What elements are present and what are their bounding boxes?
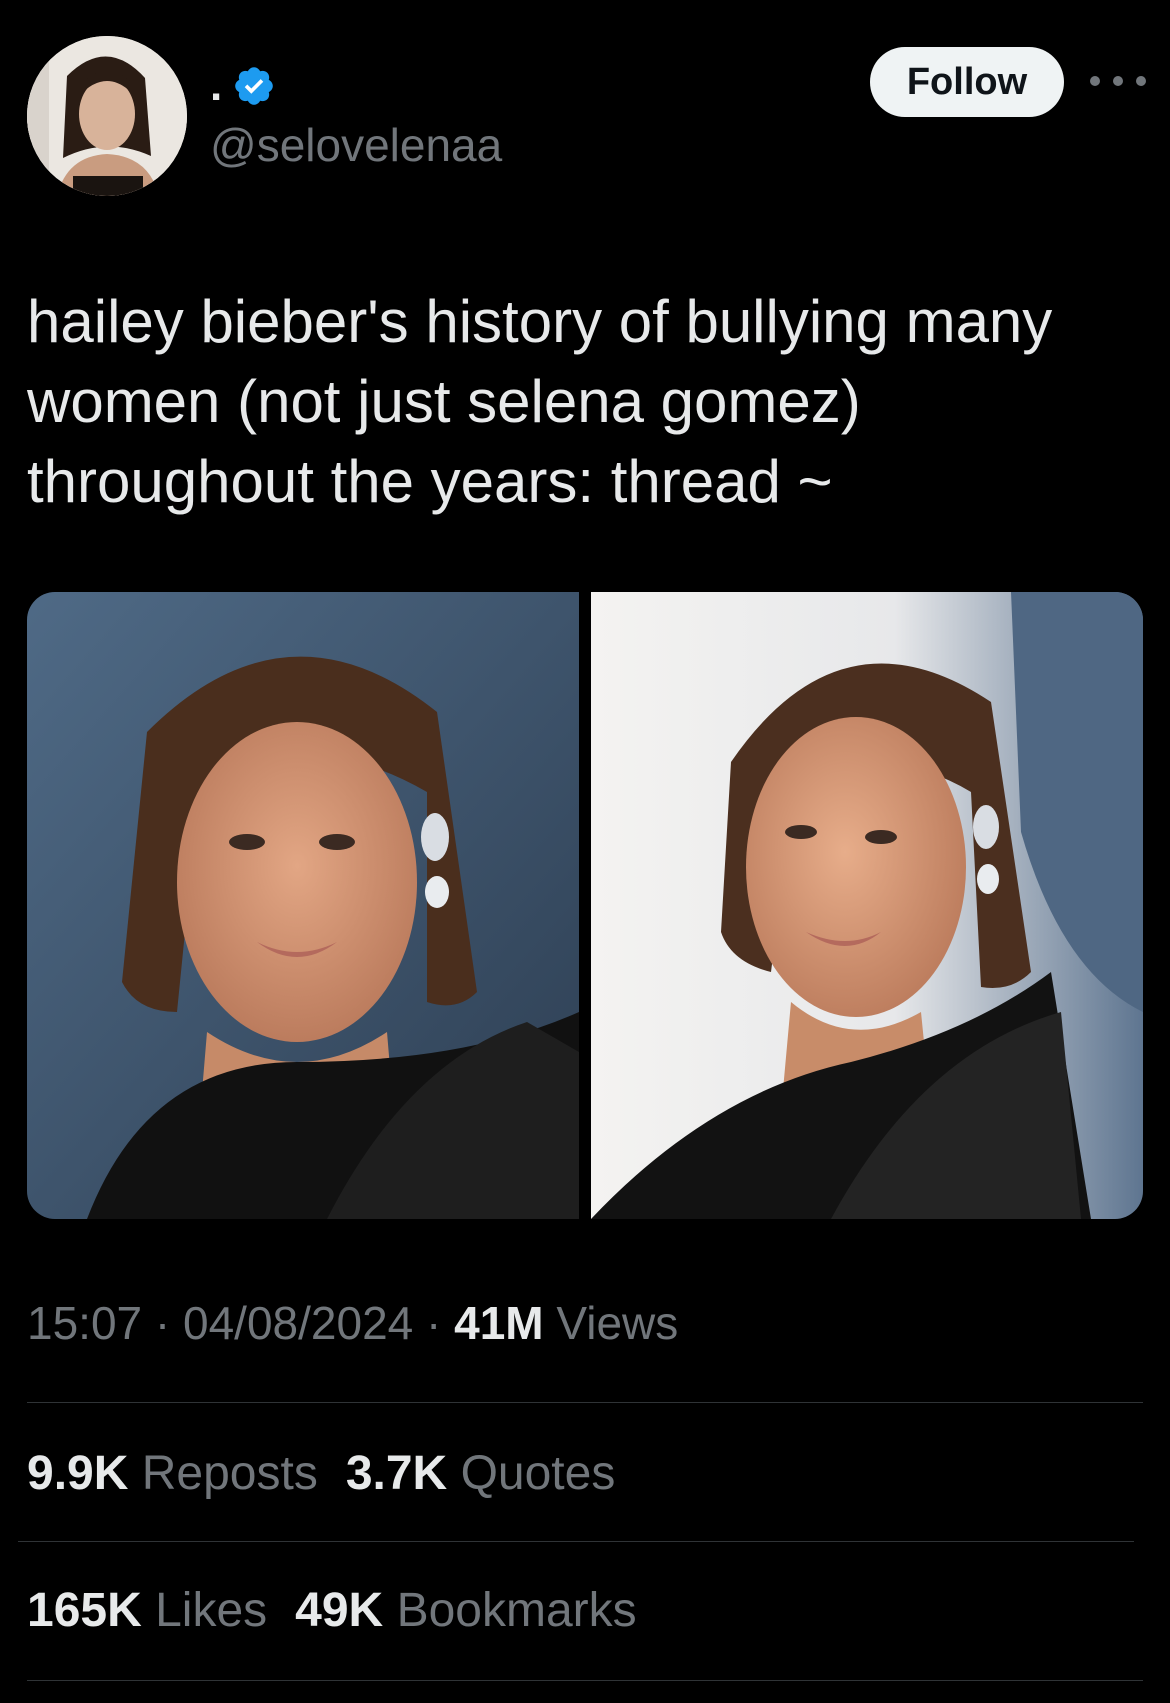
divider <box>27 1680 1143 1681</box>
likes-count: 165K <box>27 1584 142 1637</box>
quotes-label: Quotes <box>460 1447 616 1500</box>
views-count: 41M <box>454 1297 544 1349</box>
author-handle[interactable]: @selovelenaa <box>210 122 502 168</box>
more-dot <box>1113 76 1123 86</box>
photo-2-image <box>591 592 1143 1219</box>
media-photo-1[interactable] <box>27 592 579 1219</box>
more-options-icon[interactable] <box>1090 66 1146 96</box>
likes-label: Likes <box>155 1584 268 1637</box>
reposts-label: Reposts <box>141 1447 318 1500</box>
follow-button[interactable]: Follow <box>870 47 1064 117</box>
reposts-count: 9.9K <box>27 1447 129 1500</box>
tweet-date[interactable]: 04/08/2024 <box>183 1297 413 1349</box>
verified-badge-icon[interactable] <box>232 64 276 108</box>
avatar-image <box>27 36 187 196</box>
tweet-text: hailey bieber's history of bullying many… <box>27 288 1053 515</box>
meta-separator: · <box>426 1297 442 1349</box>
engagement-row-2: 165K Likes 49K Bookmarks <box>27 1587 637 1635</box>
display-name-text: . <box>210 61 223 110</box>
author-avatar[interactable] <box>27 36 187 196</box>
bookmarks-count: 49K <box>295 1584 384 1637</box>
author-display-name[interactable]: . <box>210 58 276 114</box>
more-dot <box>1136 76 1146 86</box>
tweet-media <box>27 592 1143 1219</box>
quotes-stat[interactable]: 3.7K Quotes <box>346 1450 616 1498</box>
photo-1-image <box>27 592 579 1219</box>
views-label: Views <box>556 1297 679 1349</box>
reposts-stat[interactable]: 9.9K Reposts <box>27 1450 318 1498</box>
divider <box>18 1541 1134 1542</box>
likes-stat[interactable]: 165K Likes <box>27 1587 267 1635</box>
more-dot <box>1090 76 1100 86</box>
media-photo-2[interactable] <box>591 592 1143 1219</box>
quotes-count: 3.7K <box>345 1447 448 1500</box>
divider <box>27 1402 1143 1403</box>
bookmarks-stat[interactable]: 49K Bookmarks <box>295 1587 636 1635</box>
tweet-time[interactable]: 15:07 <box>27 1297 142 1349</box>
tweet-meta: 15:07 · 04/08/2024 · 41M Views <box>27 1300 678 1346</box>
meta-separator: · <box>154 1297 171 1349</box>
bookmarks-label: Bookmarks <box>396 1584 637 1637</box>
engagement-row-1: 9.9K Reposts 3.7K Quotes <box>27 1450 615 1498</box>
